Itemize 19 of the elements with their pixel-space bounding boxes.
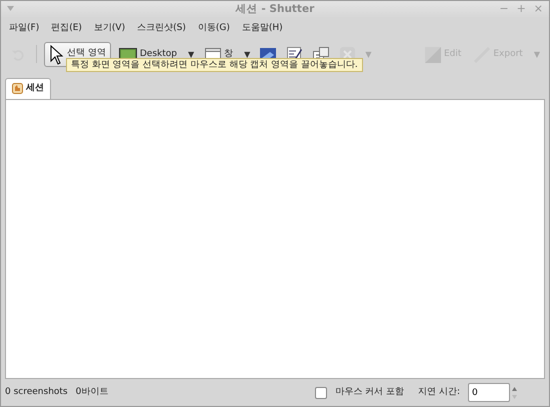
window-menu-icon: [7, 6, 14, 11]
screenshot-count: 0 screenshots: [5, 386, 68, 399]
file-size: 0바이트: [76, 386, 108, 399]
menu-item[interactable]: 보기(V): [94, 22, 126, 36]
menu-item[interactable]: 스크린샷(S): [137, 22, 186, 36]
window-title: 세션 - Shutter: [236, 2, 314, 17]
cursor-icon: [50, 45, 64, 65]
menu-item[interactable]: 파일(F): [9, 22, 40, 36]
menu-item[interactable]: 도움말(H): [242, 22, 283, 36]
checkbox-label: 마우스 커서 포함: [335, 386, 404, 399]
delay-field[interactable]: 0: [468, 383, 510, 402]
menu-item[interactable]: 편집(E): [51, 22, 82, 36]
tab[interactable]: 세션: [5, 78, 51, 98]
checkbox[interactable]: [315, 386, 328, 398]
menu-item[interactable]: 이동(G): [198, 22, 230, 36]
delay-label: 지연 시간:: [418, 386, 460, 399]
session-icon: [12, 83, 23, 94]
spinner-arrows-icon: [512, 386, 517, 398]
tooltip: 특정 화면 영역을 선택하려면 마우스로 해당 캡처 영역을 끌어놓습니다.: [66, 58, 363, 72]
